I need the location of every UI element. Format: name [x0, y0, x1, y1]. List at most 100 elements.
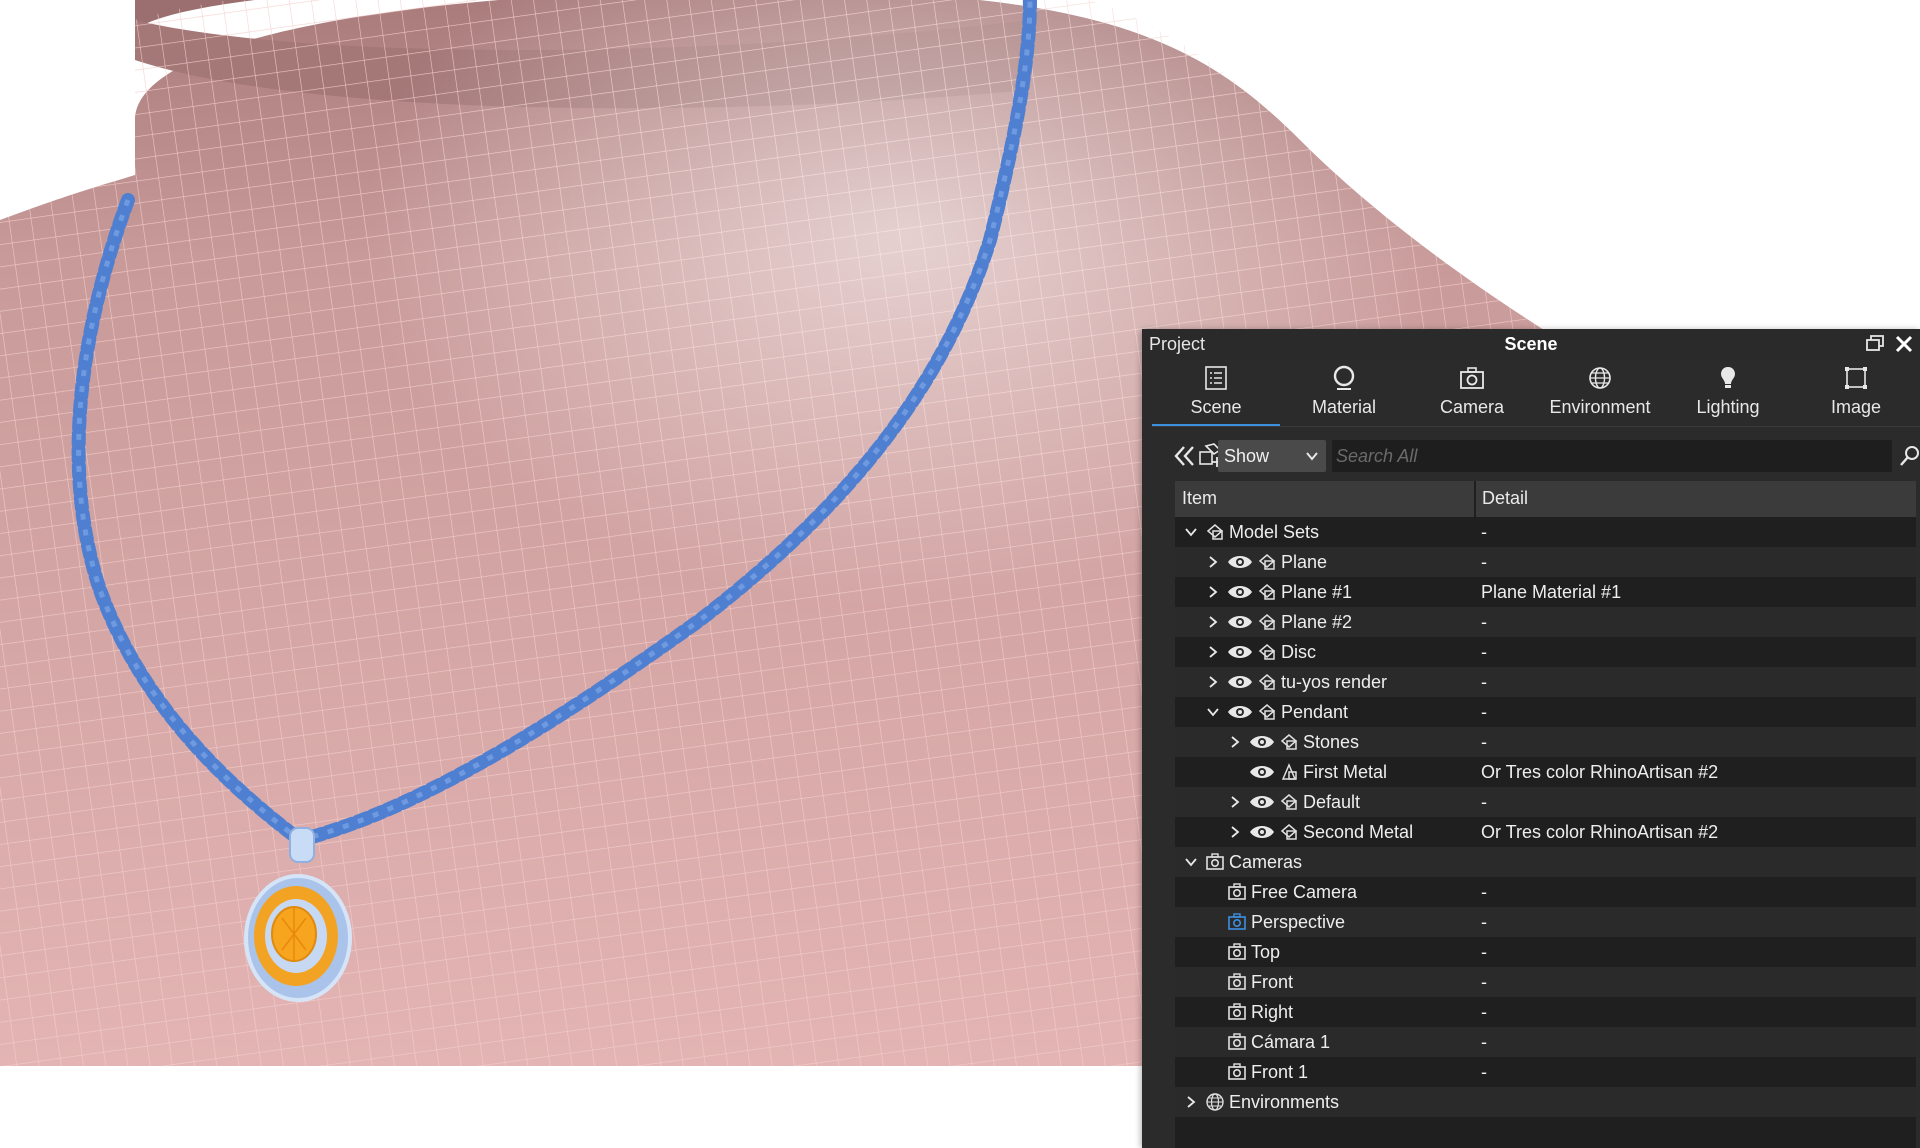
tab-label: Camera	[1439, 397, 1505, 417]
camera-icon	[1228, 1063, 1246, 1080]
chevron-right-icon[interactable]	[1205, 554, 1221, 570]
restore-window-icon[interactable]	[1863, 332, 1887, 356]
tab-camera[interactable]: Camera	[1408, 363, 1536, 425]
row-detail: -	[1481, 672, 1487, 692]
row-detail: -	[1481, 642, 1487, 662]
tree-row[interactable]: Plane #1 Plane Material #1	[1175, 577, 1916, 607]
tab-label: Image	[1830, 397, 1882, 417]
model-set-icon	[1258, 614, 1276, 630]
chevron-right-icon[interactable]	[1205, 644, 1221, 660]
eye-icon[interactable]	[1227, 613, 1253, 631]
chevron-right-icon[interactable]	[1227, 794, 1243, 810]
row-label: Disc	[1281, 642, 1316, 662]
chevron-right-icon[interactable]	[1227, 824, 1243, 840]
camera-icon	[1206, 853, 1224, 870]
row-detail: -	[1481, 612, 1487, 632]
panel-tabs: Scene Material Camera Environment Lighti…	[1152, 363, 1920, 427]
eye-icon[interactable]	[1227, 703, 1253, 721]
eye-icon[interactable]	[1249, 793, 1275, 811]
tree-row[interactable]: Free Camera -	[1175, 877, 1916, 907]
tree-row[interactable]: tu-yos render -	[1175, 667, 1916, 697]
globe-icon	[1589, 367, 1611, 389]
column-divider[interactable]	[1474, 481, 1476, 517]
row-label: Cameras	[1229, 852, 1303, 872]
row-detail: -	[1481, 702, 1487, 722]
tree-row[interactable]: Front 1 -	[1175, 1057, 1916, 1087]
tree-row[interactable]: First Metal Or Tres color RhinoArtisan #2	[1175, 757, 1916, 787]
camera-icon	[1228, 913, 1246, 930]
row-detail: -	[1481, 792, 1487, 812]
chevron-right-icon[interactable]	[1205, 674, 1221, 690]
chevron-right-icon[interactable]	[1205, 584, 1221, 600]
double-chevron-left-icon[interactable]	[1172, 443, 1198, 469]
tab-lighting[interactable]: Lighting	[1664, 363, 1792, 425]
chevron-right-icon[interactable]	[1227, 734, 1243, 750]
eye-icon[interactable]	[1249, 763, 1275, 781]
search-input[interactable]	[1336, 440, 1856, 472]
tab-material[interactable]: Material	[1280, 363, 1408, 425]
panel-titlebar: Project Scene	[1142, 329, 1920, 359]
row-label: Second Metal	[1303, 822, 1414, 842]
eye-icon[interactable]	[1249, 823, 1275, 841]
tree-row[interactable]: Pendant -	[1175, 697, 1916, 727]
eye-icon[interactable]	[1227, 643, 1253, 661]
eye-icon[interactable]	[1227, 553, 1253, 571]
scene-tree-table: Item Detail Model Sets - Plane - Plane #1 Pla…	[1175, 481, 1916, 1148]
row-detail: -	[1481, 1032, 1487, 1052]
tree-row[interactable]: Disc -	[1175, 637, 1916, 667]
row-label: Stones	[1303, 732, 1360, 752]
model-set-icon	[1258, 674, 1276, 690]
tree-row[interactable]: Front -	[1175, 967, 1916, 997]
tab-image[interactable]: Image	[1792, 363, 1920, 425]
eye-icon[interactable]	[1227, 673, 1253, 691]
show-filter-value: Show	[1224, 446, 1270, 466]
row-detail: -	[1481, 882, 1487, 902]
tree-row[interactable]: Top -	[1175, 937, 1916, 967]
column-header-item[interactable]: Item	[1182, 488, 1217, 509]
model-set-icon	[1258, 644, 1276, 660]
tree-row[interactable]: Perspective -	[1175, 907, 1916, 937]
search-icon[interactable]	[1898, 444, 1920, 468]
row-detail: -	[1481, 912, 1487, 932]
close-icon[interactable]	[1892, 332, 1916, 356]
tree-row[interactable]: Default -	[1175, 787, 1916, 817]
row-label: Model Sets	[1229, 522, 1320, 542]
eye-icon[interactable]	[1249, 733, 1275, 751]
tab-divider	[1152, 426, 1920, 427]
tree-row[interactable]: Model Sets -	[1175, 517, 1916, 547]
chevron-down-icon[interactable]	[1205, 704, 1221, 720]
tree-row[interactable]: Plane #2 -	[1175, 607, 1916, 637]
chevron-right-icon[interactable]	[1183, 1094, 1199, 1110]
row-label: Front 1	[1251, 1062, 1309, 1082]
scene-panel: Project Scene Scene Material Camera Envi…	[1142, 329, 1920, 1148]
tab-scene[interactable]: Scene	[1152, 363, 1280, 427]
list-icon	[1205, 366, 1227, 390]
tree-row[interactable]: Plane -	[1175, 547, 1916, 577]
row-detail: -	[1481, 552, 1487, 572]
camera-icon	[1228, 1033, 1246, 1050]
tab-label: Scene	[1190, 397, 1242, 417]
chevron-down-icon[interactable]	[1183, 854, 1199, 870]
row-detail: -	[1481, 942, 1487, 962]
tree-row[interactable]: Second Metal Or Tres color RhinoArtisan #…	[1175, 817, 1916, 847]
row-detail: -	[1481, 972, 1487, 992]
tree-row[interactable]: Stones -	[1175, 727, 1916, 757]
eye-icon[interactable]	[1227, 583, 1253, 601]
row-label: Top	[1251, 942, 1281, 962]
tree-row[interactable]: Right -	[1175, 997, 1916, 1027]
globe-icon	[1206, 1093, 1224, 1111]
model-set-icon	[1206, 524, 1224, 540]
row-label: Plane	[1281, 552, 1328, 572]
chevron-right-icon[interactable]	[1205, 614, 1221, 630]
column-header-detail[interactable]: Detail	[1482, 488, 1528, 509]
model-set-icon	[1258, 584, 1276, 600]
row-detail: -	[1481, 1002, 1487, 1022]
tab-environment[interactable]: Environment	[1536, 363, 1664, 425]
tree-row[interactable]: Cameras	[1175, 847, 1916, 877]
row-detail: Or Tres color RhinoArtisan #2	[1481, 762, 1719, 782]
show-filter-select[interactable]: Show	[1218, 440, 1326, 472]
tree-row[interactable]: Cámara 1 -	[1175, 1027, 1916, 1057]
chevron-down-icon[interactable]	[1183, 524, 1199, 540]
tree-row[interactable]: Environments	[1175, 1087, 1916, 1117]
model-set-icon	[1258, 704, 1276, 720]
